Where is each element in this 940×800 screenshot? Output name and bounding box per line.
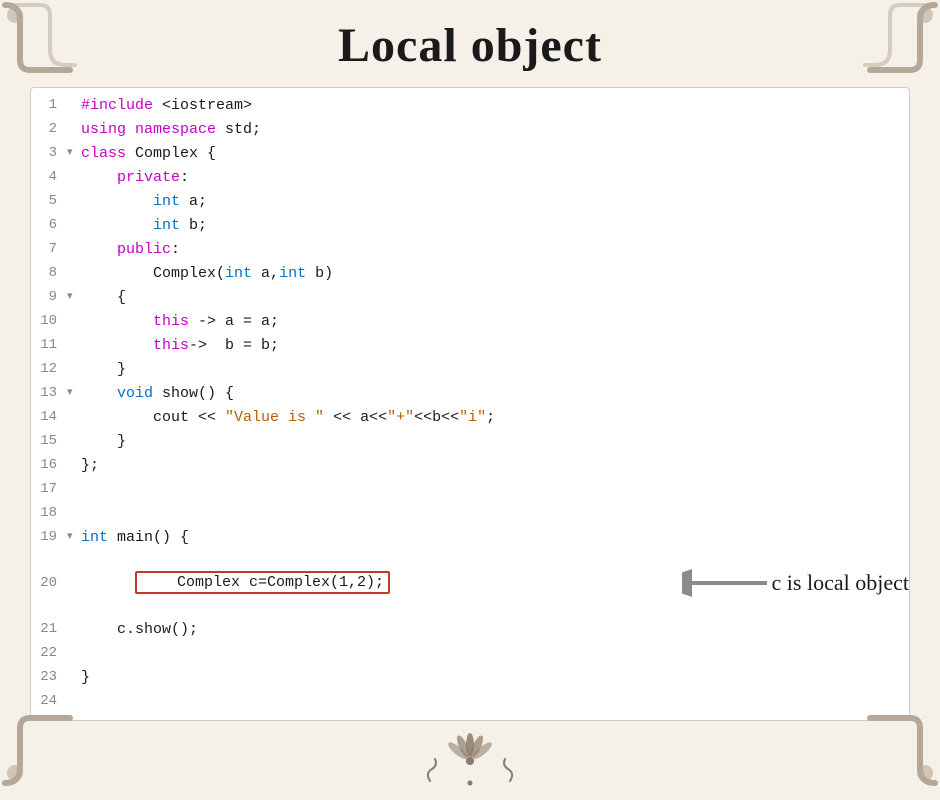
code-line-17: 17 <box>31 478 909 502</box>
code-line-16: 16 }; <box>31 454 909 478</box>
code-line-22: 22 <box>31 642 909 666</box>
bottom-decoration <box>0 731 940 800</box>
line-number: 13 <box>31 382 67 405</box>
line-number: 21 <box>31 618 67 641</box>
code-line-21: 21 c.show(); <box>31 618 909 642</box>
code-line-3: 3 ▾ class Complex { <box>31 142 909 166</box>
code-line-19: 19 ▾ int main() { <box>31 526 909 550</box>
line-number: 18 <box>31 502 67 525</box>
code-line-8: 8 Complex(int a,int b) <box>31 262 909 286</box>
highlighted-code: Complex c=Complex(1,2); <box>135 571 390 594</box>
line-number: 20 <box>31 572 67 595</box>
line-number: 11 <box>31 334 67 357</box>
line-number: 14 <box>31 406 67 429</box>
corner-decoration-tr <box>860 0 940 80</box>
code-line-5: 5 int a; <box>31 190 909 214</box>
line-number: 5 <box>31 190 67 213</box>
line-number: 16 <box>31 454 67 477</box>
corner-decoration-tl <box>0 0 80 80</box>
line-number: 7 <box>31 238 67 261</box>
line-number: 9 <box>31 286 67 309</box>
code-line-1: 1 #include <iostream> <box>31 94 909 118</box>
line-number: 23 <box>31 666 67 689</box>
code-line-12: 12 } <box>31 358 909 382</box>
code-line-10: 10 this -> a = a; <box>31 310 909 334</box>
line-number: 10 <box>31 310 67 333</box>
line-number: 17 <box>31 478 67 501</box>
page-title: Local object <box>0 0 940 87</box>
corner-decoration-bl <box>0 708 80 788</box>
code-line-23: 23 } <box>31 666 909 690</box>
code-line-24: 24 <box>31 690 909 714</box>
code-line-9: 9 ▾ { <box>31 286 909 310</box>
code-line-2: 2 using namespace std; <box>31 118 909 142</box>
line-number: 3 <box>31 142 67 165</box>
line-number: 1 <box>31 94 67 117</box>
line-number: 2 <box>31 118 67 141</box>
annotation-label: c is local object <box>772 566 909 600</box>
annotation-arrow <box>682 569 772 597</box>
code-line-14: 14 cout << "Value is " << a<<"+"<<b<<"i"… <box>31 406 909 430</box>
code-line-11: 11 this-> b = b; <box>31 334 909 358</box>
code-line-15: 15 } <box>31 430 909 454</box>
line-number: 15 <box>31 430 67 453</box>
corner-decoration-br <box>860 708 940 788</box>
code-line-4: 4 private: <box>31 166 909 190</box>
line-number: 12 <box>31 358 67 381</box>
line-number: 4 <box>31 166 67 189</box>
code-line-7: 7 public: <box>31 238 909 262</box>
code-line-6: 6 int b; <box>31 214 909 238</box>
line-number: 19 <box>31 526 67 549</box>
line-number: 6 <box>31 214 67 237</box>
code-block: 1 #include <iostream> 2 using namespace … <box>30 87 910 721</box>
code-line-18: 18 <box>31 502 909 526</box>
code-line-20: 20 Complex c=Complex(1,2); c is local ob… <box>31 548 909 618</box>
code-line-13: 13 ▾ void show() { <box>31 382 909 406</box>
line-number: 8 <box>31 262 67 285</box>
line-number: 22 <box>31 642 67 665</box>
